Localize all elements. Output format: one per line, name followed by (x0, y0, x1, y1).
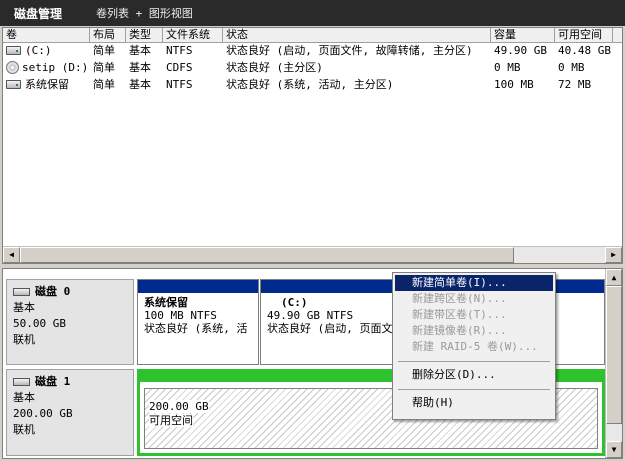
disk-type: 基本 (13, 391, 35, 404)
scroll-right-button[interactable]: ▶ (605, 247, 622, 263)
scroll-down-button[interactable]: ▼ (606, 441, 622, 458)
horizontal-scrollbar[interactable]: ◀ ▶ (3, 246, 622, 263)
column-header-type[interactable]: 类型 (126, 28, 163, 43)
unallocated-label: 可用空间 (149, 414, 193, 427)
menu-item-help[interactable]: 帮助(H) (395, 395, 553, 411)
table-row[interactable]: (C:) 简单 基本 NTFS 状态良好 (启动, 页面文件, 故障转储, 主分… (3, 43, 622, 59)
disk-size: 200.00 GB (13, 407, 73, 420)
vertical-scroll-thumb[interactable] (606, 286, 622, 424)
volume-list[interactable]: 卷 布局 类型 文件系统 状态 容量 可用空间 (C:) 简单 基本 NTFS … (2, 27, 623, 264)
menu-item-new-raid5-volume[interactable]: 新建 RAID-5 卷(W)... (395, 339, 553, 355)
column-header-status[interactable]: 状态 (223, 28, 491, 43)
disk-name: 磁盘 0 (35, 285, 71, 298)
column-header-filesystem[interactable]: 文件系统 (163, 28, 223, 43)
partition-size: 100 MB NTFS (144, 309, 217, 322)
column-header-layout[interactable]: 布局 (90, 28, 126, 43)
disk-size: 50.00 GB (13, 317, 66, 330)
partition-band (138, 280, 258, 293)
volume-free-space: 72 MB (558, 78, 592, 91)
column-header-capacity[interactable]: 容量 (491, 28, 555, 43)
table-row[interactable]: setip (D:) 简单 基本 CDFS 状态良好 (主分区) 0 MB 0 … (3, 60, 622, 76)
volume-status: 状态良好 (主分区) (226, 61, 323, 74)
volume-status: 状态良好 (启动, 页面文件, 故障转储, 主分区) (226, 44, 473, 57)
volume-free-space: 0 MB (558, 61, 585, 74)
menu-item-new-striped-volume[interactable]: 新建带区卷(T)... (395, 307, 553, 323)
volume-filesystem: NTFS (166, 78, 193, 91)
volume-status: 状态良好 (系统, 活动, 主分区) (226, 78, 394, 91)
menu-item-new-spanned-volume[interactable]: 新建跨区卷(N)... (395, 291, 553, 307)
disk-icon (13, 378, 30, 386)
volume-name: (C:) (25, 44, 52, 57)
volume-layout: 简单 (93, 61, 115, 74)
menu-separator (398, 361, 550, 362)
scroll-up-button[interactable]: ▲ (606, 269, 622, 286)
vertical-scrollbar[interactable]: ▲ ▼ (605, 269, 622, 458)
partition-name: 系统保留 (144, 296, 188, 309)
horizontal-scroll-thumb[interactable] (20, 247, 514, 263)
view-subtitle: 卷列表 + 图形视图 (96, 7, 193, 20)
volume-filesystem: NTFS (166, 44, 193, 57)
disk-1-info[interactable]: 磁盘 1 基本 200.00 GB 联机 (6, 369, 134, 456)
scroll-left-button[interactable]: ◀ (3, 247, 20, 263)
column-header-volume[interactable]: 卷 (3, 28, 90, 43)
volume-type: 基本 (129, 44, 151, 57)
disk-name: 磁盘 1 (35, 375, 71, 388)
window-title: 磁盘管理 (14, 6, 63, 21)
volume-capacity: 100 MB (494, 78, 534, 91)
disk-type: 基本 (13, 301, 35, 314)
menu-item-new-simple-volume[interactable]: 新建简单卷(I)... (395, 275, 553, 291)
volume-name: setip (D:) (22, 61, 89, 74)
volume-type: 基本 (129, 78, 151, 91)
volume-free-space: 40.48 GB (558, 44, 611, 57)
drive-icon (6, 46, 21, 55)
menu-item-delete-partition[interactable]: 删除分区(D)... (395, 367, 553, 383)
disk-icon (13, 288, 30, 296)
volume-type: 基本 (129, 61, 151, 74)
volume-layout: 简单 (93, 44, 115, 57)
column-header-free-space[interactable]: 可用空间 (555, 28, 613, 43)
partition-system-reserved[interactable]: 系统保留 100 MB NTFS 状态良好 (系统, 活 (137, 279, 259, 365)
volume-capacity: 49.90 GB (494, 44, 547, 57)
table-row[interactable]: 系统保留 简单 基本 NTFS 状态良好 (系统, 活动, 主分区) 100 M… (3, 77, 622, 93)
disk-status: 联机 (13, 333, 35, 346)
volume-filesystem: CDFS (166, 61, 193, 74)
unallocated-size: 200.00 GB (149, 400, 209, 413)
menu-item-new-mirrored-volume[interactable]: 新建镜像卷(R)... (395, 323, 553, 339)
volume-capacity: 0 MB (494, 61, 521, 74)
disk-0-info[interactable]: 磁盘 0 基本 50.00 GB 联机 (6, 279, 134, 365)
volume-name: 系统保留 (25, 78, 69, 91)
context-menu: 新建简单卷(I)... 新建跨区卷(N)... 新建带区卷(T)... 新建镜像… (392, 272, 556, 420)
partition-status: 状态良好 (系统, 活 (144, 322, 248, 335)
cd-icon (6, 61, 19, 74)
menu-separator (398, 389, 550, 390)
volume-layout: 简单 (93, 78, 115, 91)
title-bar: 磁盘管理 卷列表 + 图形视图 (0, 0, 625, 26)
drive-icon (6, 80, 21, 89)
disk-status: 联机 (13, 423, 35, 436)
volume-list-header: 卷 布局 类型 文件系统 状态 容量 可用空间 (3, 28, 622, 43)
